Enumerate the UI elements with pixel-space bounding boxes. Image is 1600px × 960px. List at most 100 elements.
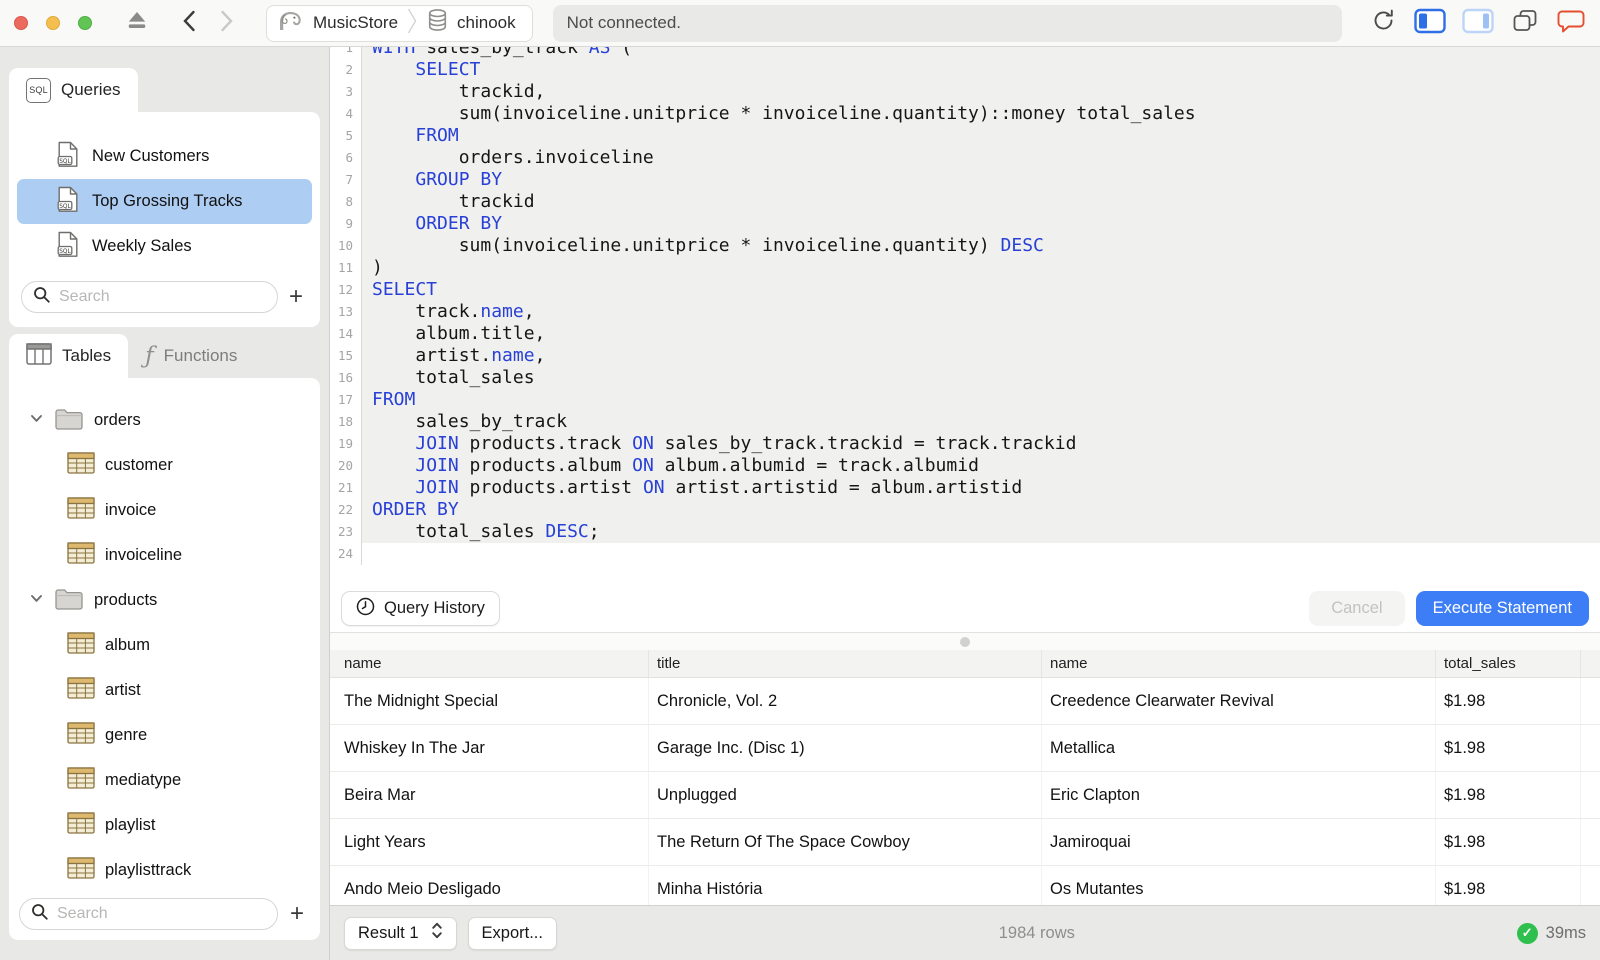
column-header[interactable]: name bbox=[330, 650, 649, 677]
table-item[interactable]: playlist bbox=[9, 803, 320, 848]
cancel-button[interactable]: Cancel bbox=[1309, 591, 1405, 626]
table-cell[interactable]: $1.98 bbox=[1436, 725, 1581, 771]
table-cell[interactable]: Light Years bbox=[330, 819, 649, 865]
table-cell[interactable]: Chronicle, Vol. 2 bbox=[649, 678, 1042, 724]
query-search-field[interactable] bbox=[21, 281, 278, 313]
editor-line[interactable]: 15 artist.name, bbox=[330, 345, 1600, 367]
editor-line[interactable]: 5 FROM bbox=[330, 125, 1600, 147]
chevron-down-icon[interactable] bbox=[29, 411, 44, 431]
sql-editor[interactable]: 1 WITH sales_by_track AS (2 SELECT 3 track… bbox=[330, 47, 1600, 585]
schema-folder-item[interactable]: orders bbox=[9, 398, 320, 443]
schema-folder-item[interactable]: products bbox=[9, 578, 320, 623]
tab-queries[interactable]: SQL Queries bbox=[9, 68, 138, 112]
add-table-button[interactable]: + bbox=[284, 901, 310, 927]
editor-line[interactable]: 19 JOIN products.track ON sales_by_track… bbox=[330, 433, 1600, 455]
execute-statement-button[interactable]: Execute Statement bbox=[1415, 591, 1589, 626]
editor-line[interactable]: 9 ORDER BY bbox=[330, 213, 1600, 235]
table-icon bbox=[67, 767, 95, 794]
table-item[interactable]: album bbox=[9, 623, 320, 668]
disconnect-eject-button[interactable] bbox=[122, 6, 152, 40]
table-cell[interactable]: Ando Meio Desligado bbox=[330, 866, 649, 905]
column-header[interactable]: title bbox=[649, 650, 1042, 677]
add-query-button[interactable]: + bbox=[284, 284, 308, 310]
chevron-down-icon[interactable] bbox=[29, 591, 44, 611]
editor-line[interactable]: 11) bbox=[330, 257, 1600, 279]
table-cell[interactable]: $1.98 bbox=[1436, 678, 1581, 724]
editor-line[interactable]: 22 ORDER BY bbox=[330, 499, 1600, 521]
editor-line[interactable]: 21 JOIN products.artist ON artist.artist… bbox=[330, 477, 1600, 499]
breadcrumb-server[interactable]: MusicStore bbox=[277, 8, 398, 38]
table-cell[interactable]: Eric Clapton bbox=[1042, 772, 1436, 818]
table-cell[interactable]: $1.98 bbox=[1436, 866, 1581, 905]
table-item[interactable]: artist bbox=[9, 668, 320, 713]
editor-line[interactable]: 12 SELECT bbox=[330, 279, 1600, 301]
editor-line[interactable]: 4 sum(invoiceline.unitprice * invoicelin… bbox=[330, 103, 1600, 125]
table-search-field[interactable] bbox=[19, 898, 278, 930]
editor-line[interactable]: 14 album.title, bbox=[330, 323, 1600, 345]
toggle-right-sidebar-button[interactable] bbox=[1462, 6, 1494, 40]
query-list-item[interactable]: SQL New Customers bbox=[17, 134, 312, 179]
zoom-window-button[interactable] bbox=[78, 16, 92, 30]
table-row[interactable]: Beira Mar Unplugged Eric Clapton $1.98 bbox=[330, 772, 1600, 819]
table-cell[interactable]: The Return Of The Space Cowboy bbox=[649, 819, 1042, 865]
results-splitter[interactable] bbox=[330, 632, 1600, 650]
export-button[interactable]: Export... bbox=[467, 916, 557, 950]
table-cell[interactable]: Beira Mar bbox=[330, 772, 649, 818]
table-row[interactable]: Light Years The Return Of The Space Cowbo… bbox=[330, 819, 1600, 866]
table-search-input[interactable] bbox=[57, 905, 266, 923]
editor-line[interactable]: 13 track.name, bbox=[330, 301, 1600, 323]
tab-tables[interactable]: Tables bbox=[9, 334, 129, 378]
editor-line[interactable]: 23 total_sales DESC; bbox=[330, 521, 1600, 543]
editor-line[interactable]: 8 trackid bbox=[330, 191, 1600, 213]
query-search-input[interactable] bbox=[59, 288, 266, 306]
feedback-button[interactable] bbox=[1556, 6, 1586, 40]
table-cell[interactable]: $1.98 bbox=[1436, 819, 1581, 865]
back-button[interactable] bbox=[174, 6, 204, 40]
table-cell[interactable]: $1.98 bbox=[1436, 772, 1581, 818]
editor-line[interactable]: 20 JOIN products.album ON album.albumid … bbox=[330, 455, 1600, 477]
editor-line[interactable]: 18 sales_by_track bbox=[330, 411, 1600, 433]
query-history-button[interactable]: Query History bbox=[341, 591, 500, 626]
editor-line[interactable]: 2 SELECT bbox=[330, 59, 1600, 81]
table-cell[interactable]: Os Mutantes bbox=[1042, 866, 1436, 905]
editor-line[interactable]: 16 total_sales bbox=[330, 367, 1600, 389]
table-item[interactable]: playlisttrack bbox=[9, 848, 320, 893]
minimize-window-button[interactable] bbox=[46, 16, 60, 30]
column-header[interactable]: total_sales bbox=[1436, 650, 1581, 677]
editor-line[interactable]: 6 orders.invoiceline bbox=[330, 147, 1600, 169]
table-item[interactable]: customer bbox=[9, 443, 320, 488]
table-cell[interactable]: Unplugged bbox=[649, 772, 1042, 818]
toggle-left-sidebar-button[interactable] bbox=[1414, 6, 1446, 40]
column-header[interactable]: name bbox=[1042, 650, 1436, 677]
close-window-button[interactable] bbox=[14, 16, 28, 30]
table-cell[interactable]: Whiskey In The Jar bbox=[330, 725, 649, 771]
table-item[interactable]: mediatype bbox=[9, 758, 320, 803]
table-cell[interactable]: Jamiroquai bbox=[1042, 819, 1436, 865]
editor-line[interactable]: 10 sum(invoiceline.unitprice * invoiceli… bbox=[330, 235, 1600, 257]
tab-functions[interactable]: ƒ Functions bbox=[128, 334, 254, 378]
table-item[interactable]: invoice bbox=[9, 488, 320, 533]
table-cell[interactable]: Minha História bbox=[649, 866, 1042, 905]
result-selector[interactable]: Result 1 bbox=[344, 916, 457, 950]
table-item[interactable]: invoiceline bbox=[9, 533, 320, 578]
table-cell[interactable]: Creedence Clearwater Revival bbox=[1042, 678, 1436, 724]
reload-button[interactable] bbox=[1368, 6, 1398, 40]
forward-button[interactable] bbox=[212, 6, 242, 40]
query-list-item[interactable]: SQL Top Grossing Tracks bbox=[17, 179, 312, 224]
splitter-handle-icon[interactable] bbox=[960, 636, 970, 647]
table-row[interactable]: Whiskey In The Jar Garage Inc. (Disc 1) Me… bbox=[330, 725, 1600, 772]
table-cell[interactable]: Garage Inc. (Disc 1) bbox=[649, 725, 1042, 771]
editor-line[interactable]: 1 WITH sales_by_track AS ( bbox=[330, 47, 1600, 59]
windows-button[interactable] bbox=[1510, 6, 1540, 40]
editor-line[interactable]: 24 bbox=[330, 543, 1600, 565]
editor-line[interactable]: 7 GROUP BY bbox=[330, 169, 1600, 191]
table-item[interactable]: genre bbox=[9, 713, 320, 758]
table-cell[interactable]: Metallica bbox=[1042, 725, 1436, 771]
table-row[interactable]: The Midnight Special Chronicle, Vol. 2 Cre… bbox=[330, 678, 1600, 725]
table-row[interactable]: Ando Meio Desligado Minha História Os Muta… bbox=[330, 866, 1600, 905]
editor-line[interactable]: 3 trackid, bbox=[330, 81, 1600, 103]
query-list-item[interactable]: SQL Weekly Sales bbox=[17, 224, 312, 269]
table-cell[interactable]: The Midnight Special bbox=[330, 678, 649, 724]
breadcrumb-database[interactable]: chinook bbox=[426, 8, 516, 38]
editor-line[interactable]: 17 FROM bbox=[330, 389, 1600, 411]
